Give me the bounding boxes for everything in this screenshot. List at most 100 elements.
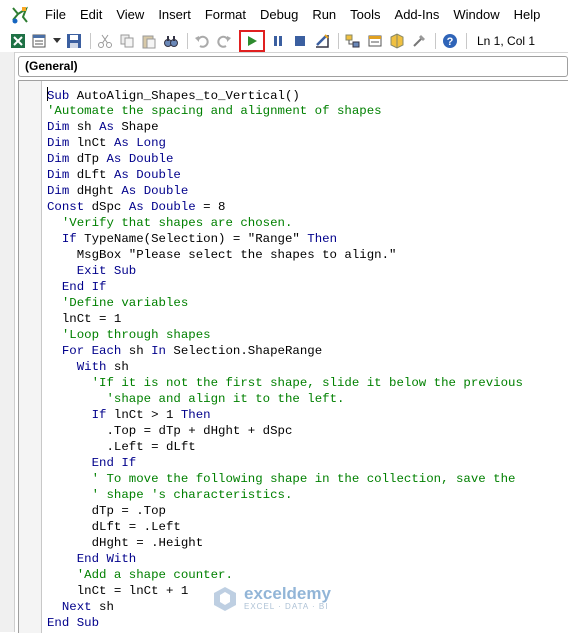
paste-icon[interactable] bbox=[139, 31, 159, 51]
code-line[interactable]: Dim dLft As Double bbox=[47, 167, 523, 183]
save-icon[interactable] bbox=[64, 31, 84, 51]
code-line[interactable]: Dim dHght As Double bbox=[47, 183, 523, 199]
code-line[interactable]: dHght = .Height bbox=[47, 535, 523, 551]
reset-icon[interactable] bbox=[290, 31, 310, 51]
code-text: Shape bbox=[113, 120, 159, 134]
menu-window[interactable]: Window bbox=[446, 0, 506, 29]
object-browser-icon[interactable] bbox=[387, 31, 407, 51]
exceldemy-logo-icon bbox=[214, 587, 236, 611]
code-line[interactable]: 'Define variables bbox=[47, 295, 523, 311]
cursor-position: Ln 1, Col 1 bbox=[477, 33, 536, 48]
redo-icon[interactable] bbox=[214, 31, 234, 51]
code-keyword: Exit Sub bbox=[76, 264, 137, 278]
toolbar-separator bbox=[187, 32, 188, 49]
code-line[interactable]: If lnCt > 1 Then bbox=[47, 407, 523, 423]
menu-help[interactable]: Help bbox=[507, 0, 548, 29]
menu-format[interactable]: Format bbox=[198, 0, 253, 29]
menu-tools[interactable]: Tools bbox=[343, 0, 387, 29]
code-line[interactable]: ' shape 's characteristics. bbox=[47, 487, 523, 503]
menu-add-ins[interactable]: Add-Ins bbox=[388, 0, 447, 29]
code-line[interactable]: Dim dTp As Double bbox=[47, 151, 523, 167]
code-keyword: Sub bbox=[47, 89, 70, 103]
menu-bar: File Edit View Insert Format Debug Run T… bbox=[0, 0, 568, 29]
code-keyword: If bbox=[91, 408, 107, 422]
break-icon[interactable] bbox=[268, 31, 288, 51]
code-line[interactable]: Dim sh As Shape bbox=[47, 119, 523, 135]
code-line[interactable]: Sub AutoAlign_Shapes_to_Vertical() bbox=[47, 87, 523, 103]
code-line[interactable]: End If bbox=[47, 279, 523, 295]
code-text: .Left = dLft bbox=[47, 440, 196, 454]
code-line[interactable]: 'shape and align it to the left. bbox=[47, 391, 523, 407]
object-dropdown[interactable]: (General) bbox=[18, 56, 568, 77]
code-line[interactable]: lnCt = 1 bbox=[47, 311, 523, 327]
menu-run[interactable]: Run bbox=[305, 0, 343, 29]
code-text: dHght bbox=[69, 184, 122, 198]
menu-view[interactable]: View bbox=[109, 0, 151, 29]
code-line[interactable]: 'Automate the spacing and alignment of s… bbox=[47, 103, 523, 119]
copy-icon[interactable] bbox=[117, 31, 137, 51]
code-line[interactable]: End If bbox=[47, 455, 523, 471]
code-line[interactable]: ' To move the following shape in the col… bbox=[47, 471, 523, 487]
code-line[interactable]: Exit Sub bbox=[47, 263, 523, 279]
code-line[interactable]: For Each sh In Selection.ShapeRange bbox=[47, 343, 523, 359]
undo-icon[interactable] bbox=[192, 31, 212, 51]
code-line[interactable]: .Top = dTp + dHght + dSpc bbox=[47, 423, 523, 439]
properties-icon[interactable] bbox=[365, 31, 385, 51]
excel-view-icon[interactable] bbox=[8, 31, 28, 51]
insert-module-icon[interactable] bbox=[30, 31, 50, 51]
code-line[interactable]: 'If it is not the first shape, slide it … bbox=[47, 375, 523, 391]
menu-edit[interactable]: Edit bbox=[73, 0, 109, 29]
code-text: sh bbox=[69, 120, 100, 134]
code-line[interactable]: With sh bbox=[47, 359, 523, 375]
code-line[interactable]: 'Loop through shapes bbox=[47, 327, 523, 343]
code-text: dTp bbox=[69, 152, 107, 166]
menu-file[interactable]: File bbox=[38, 0, 73, 29]
chevron-down-icon[interactable] bbox=[52, 31, 62, 51]
menu-debug[interactable]: Debug bbox=[253, 0, 305, 29]
find-icon[interactable] bbox=[161, 31, 181, 51]
code-keyword: Dim bbox=[47, 168, 70, 182]
code-line[interactable]: dTp = .Top bbox=[47, 503, 523, 519]
help-icon[interactable]: ? bbox=[440, 31, 460, 51]
code-line[interactable]: Dim lnCt As Long bbox=[47, 135, 523, 151]
watermark-tagline: EXCEL · DATA · BI bbox=[244, 602, 329, 611]
code-keyword: With bbox=[76, 360, 107, 374]
code-text: lnCt = lnCt + 1 bbox=[47, 584, 189, 598]
code-comment: 'If it is not the first shape, slide it … bbox=[91, 376, 523, 390]
code-comment: ' shape 's characteristics. bbox=[91, 488, 293, 502]
code-text: TypeName(Selection) = "Range" bbox=[76, 232, 308, 246]
code-text: AutoAlign_Shapes_to_Vertical() bbox=[69, 89, 300, 103]
code-keyword: As bbox=[121, 184, 137, 198]
code-line[interactable]: .Left = dLft bbox=[47, 439, 523, 455]
code-keyword: Long bbox=[136, 136, 166, 150]
code-line[interactable]: MsgBox "Please select the shapes to alig… bbox=[47, 247, 523, 263]
cut-icon[interactable] bbox=[95, 31, 115, 51]
code-keyword: End If bbox=[91, 456, 137, 470]
code-text: = 8 bbox=[195, 200, 226, 214]
margin-indicator-bar[interactable] bbox=[19, 81, 42, 633]
code-window[interactable]: Sub AutoAlign_Shapes_to_Vertical() 'Autom… bbox=[18, 80, 568, 633]
menu-insert[interactable]: Insert bbox=[151, 0, 198, 29]
vba-app-icon[interactable] bbox=[8, 5, 32, 25]
code-line[interactable]: dLft = .Left bbox=[47, 519, 523, 535]
code-keyword: For Each bbox=[61, 344, 122, 358]
code-keyword: Double bbox=[136, 168, 181, 182]
code-line[interactable]: End With bbox=[47, 551, 523, 567]
code-editor[interactable]: Sub AutoAlign_Shapes_to_Vertical() 'Autom… bbox=[47, 87, 523, 631]
code-line[interactable]: 'Verify that shapes are chosen. bbox=[47, 215, 523, 231]
toolbox-icon[interactable] bbox=[409, 31, 429, 51]
run-icon[interactable] bbox=[239, 29, 265, 52]
code-line[interactable]: Const dSpc As Double = 8 bbox=[47, 199, 523, 215]
design-mode-icon[interactable] bbox=[312, 31, 332, 51]
project-explorer-icon[interactable] bbox=[343, 31, 363, 51]
code-line[interactable]: 'Add a shape counter. bbox=[47, 567, 523, 583]
code-line[interactable]: End Sub bbox=[47, 615, 523, 631]
code-line[interactable]: If TypeName(Selection) = "Range" Then bbox=[47, 231, 523, 247]
